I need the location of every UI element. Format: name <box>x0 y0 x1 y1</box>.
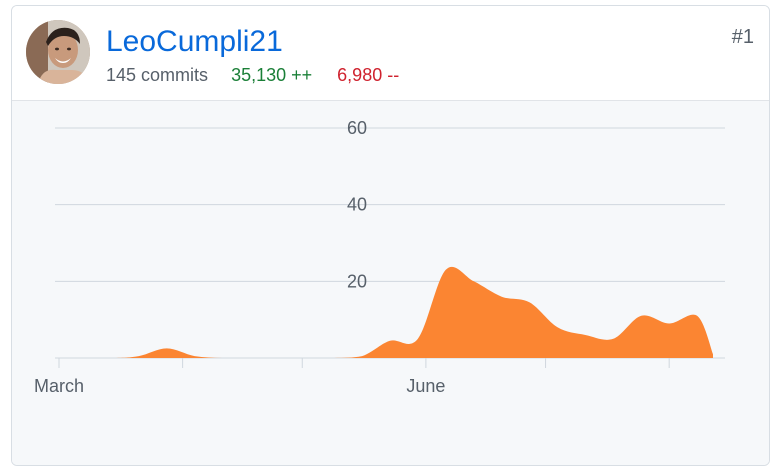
y-tick-label-20: 20 <box>347 271 367 291</box>
y-tick-label-60: 60 <box>347 118 367 138</box>
y-tick-label-40: 40 <box>347 195 367 215</box>
contributor-username-link[interactable]: LeoCumpli21 <box>106 24 283 60</box>
contributor-card: LeoCumpli21 145 commits 35,130 ++ 6,980 … <box>11 5 770 466</box>
contributions-area <box>55 266 713 358</box>
deletions-count: 6,980 -- <box>337 65 400 85</box>
additions-count: 35,130 ++ <box>231 65 313 85</box>
contribution-chart-svg: 60 40 20 March June <box>34 118 725 396</box>
commits-count-link[interactable]: 145 commits <box>106 65 208 85</box>
x-tick-label-march: March <box>34 376 84 396</box>
contributor-rank: #1 <box>731 26 754 48</box>
contributor-stats: 145 commits 35,130 ++ 6,980 -- <box>106 64 399 86</box>
user-avatar-photo-icon <box>26 20 90 84</box>
x-tick-label-june: June <box>406 376 445 396</box>
contribution-chart: 60 40 20 March June <box>12 101 769 465</box>
avatar[interactable] <box>26 20 90 84</box>
contributor-header: LeoCumpli21 145 commits 35,130 ++ 6,980 … <box>12 6 769 101</box>
